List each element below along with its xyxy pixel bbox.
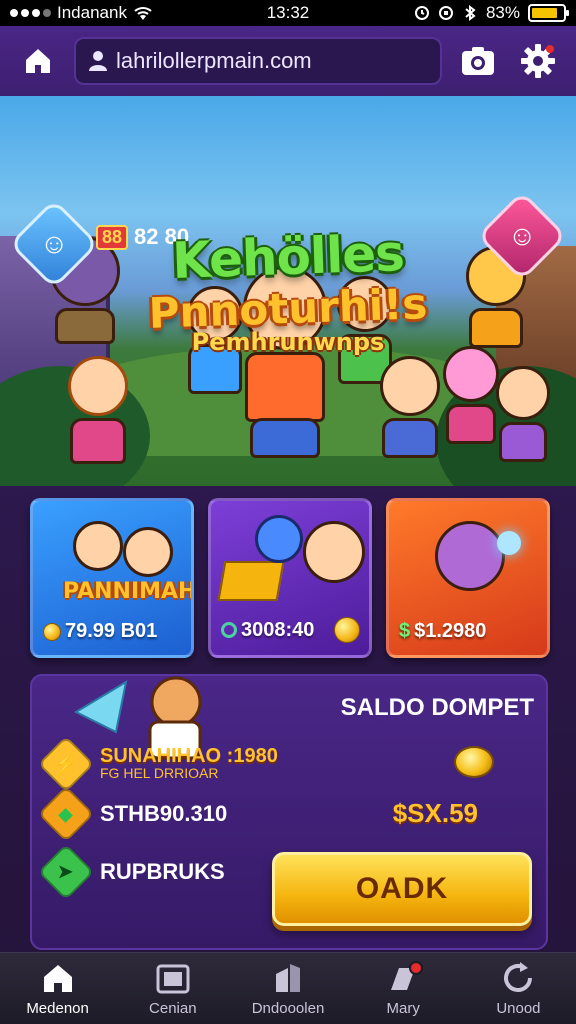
card-character [435,521,505,591]
coin-icon [43,622,61,641]
coin-icon [454,746,494,778]
tab-label: Cenian [149,1000,197,1017]
hero-banner[interactable]: ☺ ☺ 88 82 80 Kehölles Pnnoturhi!s Pemhru… [0,96,576,486]
wallet-title: SALDO DOMPET [340,694,534,721]
promo-line1: SUNAHIHAO :1980 [100,745,278,767]
carrier-label: Indanank [57,3,127,22]
rewards-label: RUPBRUKS [100,859,225,884]
app-root: Indanank 13:32 83% lahrilollerpmain.com [0,0,576,1024]
card-art-title: PANNIMAHS [63,579,191,604]
load-button[interactable]: OADK [272,852,532,926]
battery-level [532,8,557,18]
wallet-balance: $SX.59 [392,798,478,828]
home-button[interactable] [14,37,62,85]
bottom-nav: Medenon Cenian Dndooolen Mary Unood [0,952,576,1024]
gold-bar-icon [217,561,285,601]
token-icon [221,622,237,638]
bluetooth-icon [465,5,476,21]
hero-character-hat [488,366,558,476]
tab-label: Unood [496,1000,541,1017]
wallet-row-promo[interactable]: ⚡ SUNAHIHAO :1980 FG HEL DRRIOAR [37,735,278,793]
tab-label: Mary [386,1000,420,1017]
tab-building[interactable]: Dndooolen [230,953,345,1024]
coin-icon [334,617,361,643]
building-icon [276,964,300,992]
card-price: 3008:40 [221,617,361,643]
wallet-row-rewards[interactable]: ➤ RUPBRUKS [37,843,225,901]
card-character [303,521,365,583]
tab-home[interactable]: Medenon [0,953,115,1024]
carrier-group: Indanank [10,3,210,23]
alarm-icon [414,6,429,20]
product-card[interactable]: 3008:40 [208,498,372,658]
settings-button[interactable] [514,37,562,85]
card-price: $ $1.2980 [399,620,486,643]
status-bar: Indanank 13:32 83% [0,0,576,26]
product-card[interactable]: $ $1.2980 [386,498,550,658]
card-price: 79.99 B01 [43,620,157,643]
card-price-value: 3008:40 [241,618,315,641]
rotation-lock-icon [438,6,453,20]
card-price-value: 79.99 B01 [65,620,158,642]
url-text: lahrilollerpmain.com [116,48,312,73]
home-icon [26,49,50,73]
hero-character-girl-left [58,356,138,486]
battery-icon [528,4,569,22]
promo-badge-icon: ⚡ [37,735,95,793]
promo-text: SUNAHIHAO :1980 FG HEL DRRIOAR [100,745,278,781]
dollar-icon: $ [399,620,411,642]
camera-icon [462,47,494,75]
user-icon [89,51,107,71]
card-character [123,527,173,577]
stat-value: STHB90.310 [100,801,228,826]
wallet-row-stat[interactable]: ◆ STHB90.310 [37,785,228,843]
home-icon [43,965,72,992]
tab-refresh[interactable]: Unood [461,953,576,1024]
battery-percent: 83% [485,3,520,22]
gem-badge-icon: ◆ [37,785,95,843]
card-character [255,515,303,563]
card-character [73,521,123,571]
tab-label: Medenon [26,1000,89,1017]
card-price-value: $1.2980 [414,620,487,642]
tab-label: Dndooolen [251,1000,325,1017]
camera-button[interactable] [454,37,502,85]
wallet-panel: SALDO DOMPET ⚡ SUNAHIHAO :1980 FG HEL DR… [30,674,548,950]
tab-camera[interactable]: Cenian [115,953,230,1024]
promo-line2: FG HEL DRRIOAR [100,765,219,781]
product-cards: PANNIMAHS 79.99 B01 3008:40 $$1.2980 [30,498,550,658]
tab-tags[interactable]: Mary [346,953,461,1024]
rewards-badge-icon: ➤ [37,843,95,901]
camera-icon [156,964,190,994]
top-nav: lahrilollerpmain.com [0,26,576,96]
status-right: 83% [414,3,569,23]
signal-icon [10,9,51,17]
address-bar[interactable]: lahrilollerpmain.com [74,37,442,85]
wifi-icon [134,7,152,20]
product-card[interactable]: PANNIMAHS 79.99 B01 [30,498,194,658]
gear-icon [521,44,555,78]
magic-orb-icon [497,531,521,555]
refresh-icon [504,962,533,992]
game-logo-line3: Pemhrunwnps [191,328,385,356]
